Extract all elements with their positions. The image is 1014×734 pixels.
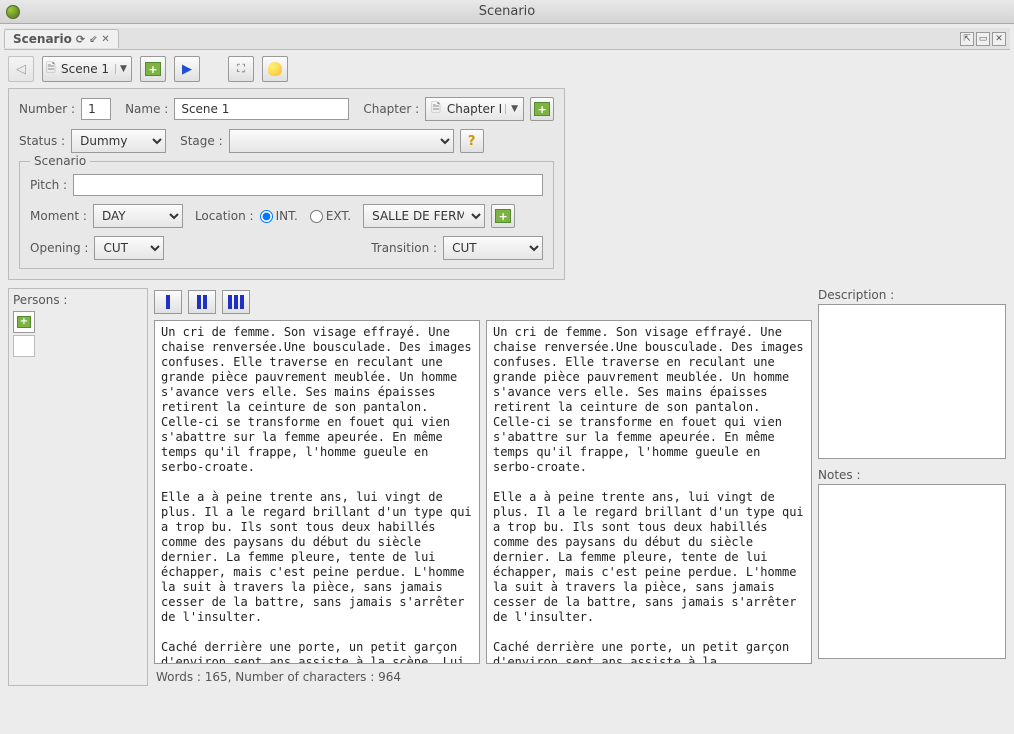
name-label: Name : bbox=[125, 102, 168, 116]
scenario-fieldset: Scenario Pitch : Moment : DAY Location :… bbox=[19, 161, 554, 269]
location-label: Location : bbox=[195, 209, 254, 223]
chapter-label: Chapter : bbox=[363, 102, 419, 116]
column-icon bbox=[234, 295, 238, 309]
text-column-left[interactable]: Un cri de femme. Son visage effrayé. Une… bbox=[154, 320, 480, 664]
moment-label: Moment : bbox=[30, 209, 87, 223]
column-icon bbox=[240, 295, 244, 309]
window-close-button[interactable] bbox=[6, 5, 20, 19]
scenario-legend: Scenario bbox=[30, 154, 90, 168]
column-icon bbox=[197, 295, 201, 309]
plus-icon: + bbox=[495, 209, 511, 223]
idea-button[interactable] bbox=[262, 56, 288, 82]
moment-select[interactable]: DAY bbox=[93, 204, 183, 228]
plus-icon: + bbox=[534, 102, 550, 116]
ext-label: EXT. bbox=[326, 209, 351, 223]
opening-label: Opening : bbox=[30, 241, 88, 255]
document-icon: 🗎 bbox=[43, 59, 59, 80]
transition-label: Transition : bbox=[371, 241, 437, 255]
plus-icon: + bbox=[145, 62, 161, 76]
side-panel: Description : Notes : bbox=[818, 288, 1006, 686]
form-area: Number : Name : Chapter : 🗎 Chapter I ▼ … bbox=[8, 88, 565, 280]
pitch-label: Pitch : bbox=[30, 178, 67, 192]
description-label: Description : bbox=[818, 288, 1006, 302]
radio-ext[interactable] bbox=[310, 210, 323, 223]
window-body: Scenario ⟳ ⇙ ✕ ⇱ ▭ ✕ ◁ 🗎 Scene 1 ▼ + ▶ ⛶ bbox=[0, 24, 1014, 734]
stats-bar: Words : 165, Number of characters : 964 bbox=[154, 664, 812, 686]
location-int-radio[interactable]: INT. bbox=[260, 209, 298, 223]
tab-detach-icon[interactable]: ⇱ bbox=[960, 32, 974, 46]
toolbar: ◁ 🗎 Scene 1 ▼ + ▶ ⛶ bbox=[4, 50, 1010, 88]
location-select[interactable]: SALLE DE FERME bbox=[363, 204, 485, 228]
scene-selector-label: Scene 1 bbox=[59, 62, 115, 76]
tab-window-controls: ⇱ ▭ ✕ bbox=[960, 32, 1010, 46]
chevron-down-icon: ▼ bbox=[505, 104, 523, 114]
transition-select[interactable]: CUT bbox=[443, 236, 543, 260]
play-button[interactable]: ▶ bbox=[174, 56, 200, 82]
tab-label: Scenario bbox=[13, 32, 72, 46]
tab-close-icon[interactable]: ✕ bbox=[101, 34, 109, 45]
tab-minimize-icon[interactable]: ▭ bbox=[976, 32, 990, 46]
tab-close-window-icon[interactable]: ✕ bbox=[992, 32, 1006, 46]
person-slot[interactable] bbox=[13, 335, 35, 357]
stage-help-button[interactable]: ? bbox=[460, 129, 484, 153]
document-icon: 🗎 bbox=[426, 99, 444, 120]
chapter-select[interactable]: 🗎 Chapter I ▼ bbox=[425, 97, 524, 121]
titlebar: Scenario bbox=[0, 0, 1014, 24]
window-title: Scenario bbox=[479, 4, 536, 19]
text-columns: Un cri de femme. Son visage effrayé. Une… bbox=[154, 320, 812, 664]
column-icon bbox=[228, 295, 232, 309]
chapter-value: Chapter I bbox=[444, 102, 505, 116]
location-ext-radio[interactable]: EXT. bbox=[310, 209, 351, 223]
notes-label: Notes : bbox=[818, 468, 1006, 482]
lightbulb-icon bbox=[268, 62, 282, 76]
two-column-button[interactable] bbox=[188, 290, 216, 314]
column-buttons bbox=[154, 288, 812, 320]
fullscreen-button[interactable]: ⛶ bbox=[228, 56, 254, 82]
status-label: Status : bbox=[19, 134, 65, 148]
lower-area: Persons : + Un cri de femme. Son visage … bbox=[4, 280, 1010, 690]
number-input[interactable] bbox=[81, 98, 111, 120]
add-scene-button[interactable]: + bbox=[140, 56, 166, 82]
column-icon bbox=[203, 295, 207, 309]
persons-label: Persons : bbox=[13, 293, 143, 307]
pitch-input[interactable] bbox=[73, 174, 543, 196]
help-icon: ? bbox=[468, 134, 476, 149]
add-location-button[interactable]: + bbox=[491, 204, 515, 228]
add-chapter-button[interactable]: + bbox=[530, 97, 554, 121]
add-person-button[interactable]: + bbox=[13, 311, 35, 333]
three-column-button[interactable] bbox=[222, 290, 250, 314]
persons-panel: Persons : + bbox=[8, 288, 148, 686]
radio-int[interactable] bbox=[260, 210, 273, 223]
chevron-left-icon: ◁ bbox=[16, 62, 26, 77]
chevron-down-icon: ▼ bbox=[115, 64, 131, 74]
stage-label: Stage : bbox=[180, 134, 223, 148]
refresh-icon: ⟳ bbox=[76, 33, 85, 46]
status-select[interactable]: Dummy bbox=[71, 129, 166, 153]
one-column-button[interactable] bbox=[154, 290, 182, 314]
plus-icon: + bbox=[17, 316, 31, 328]
number-label: Number : bbox=[19, 102, 75, 116]
name-input[interactable] bbox=[174, 98, 349, 120]
pin-icon[interactable]: ⇙ bbox=[89, 34, 97, 45]
back-button[interactable]: ◁ bbox=[8, 56, 34, 82]
fullscreen-icon: ⛶ bbox=[237, 62, 245, 76]
play-icon: ▶ bbox=[182, 62, 192, 77]
text-column-right[interactable]: Un cri de femme. Son visage effrayé. Une… bbox=[486, 320, 812, 664]
tab-scenario[interactable]: Scenario ⟳ ⇙ ✕ bbox=[4, 29, 119, 48]
editor-area: Un cri de femme. Son visage effrayé. Une… bbox=[154, 288, 812, 686]
stage-select[interactable] bbox=[229, 129, 454, 153]
tab-strip: Scenario ⟳ ⇙ ✕ ⇱ ▭ ✕ bbox=[4, 28, 1010, 50]
column-icon bbox=[166, 295, 170, 309]
notes-textarea[interactable] bbox=[818, 484, 1006, 659]
scene-selector[interactable]: 🗎 Scene 1 ▼ bbox=[42, 56, 132, 82]
int-label: INT. bbox=[276, 209, 298, 223]
opening-select[interactable]: CUT bbox=[94, 236, 164, 260]
description-textarea[interactable] bbox=[818, 304, 1006, 459]
